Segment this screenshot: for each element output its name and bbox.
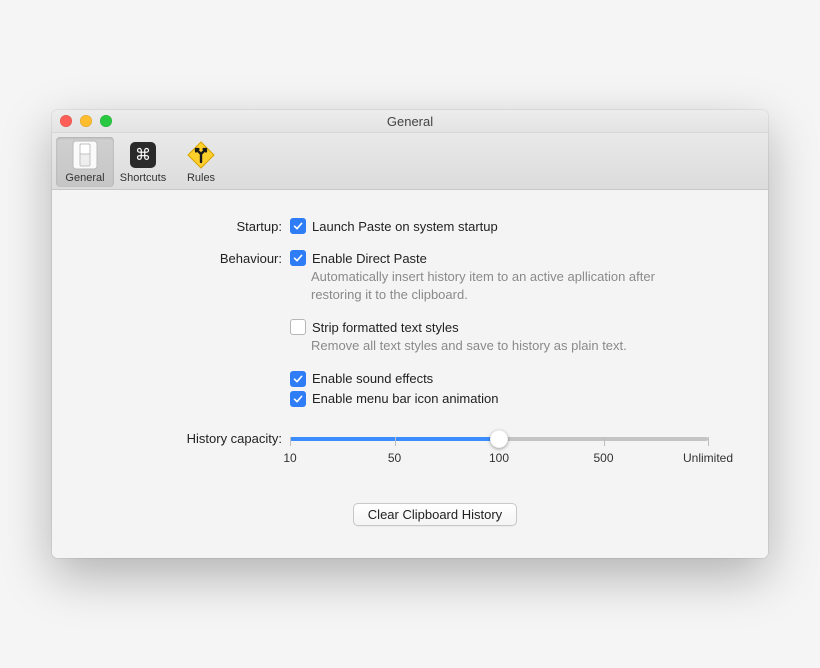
- option-label: Enable sound effects: [312, 371, 433, 386]
- startup-row: Startup: Launch Paste on system startup: [112, 218, 708, 236]
- road-sign-icon: [185, 139, 217, 171]
- checkbox-unchecked-icon: [290, 319, 306, 335]
- minimize-button[interactable]: [80, 115, 92, 127]
- checkbox-checked-icon: [290, 391, 306, 407]
- zoom-button[interactable]: [100, 115, 112, 127]
- window-controls: [60, 115, 112, 127]
- slider-knob[interactable]: [490, 430, 508, 448]
- close-button[interactable]: [60, 115, 72, 127]
- slider-track: [290, 437, 708, 441]
- tab-general[interactable]: General: [56, 137, 114, 187]
- tab-label: Shortcuts: [114, 172, 172, 184]
- tab-label: General: [56, 172, 114, 184]
- behaviour-row: Behaviour: Enable Direct Paste Automatic…: [112, 250, 708, 409]
- window-title: General: [52, 114, 768, 129]
- option-label: Launch Paste on system startup: [312, 219, 498, 234]
- svg-text:⌘: ⌘: [135, 147, 151, 164]
- tick-label: 500: [593, 451, 613, 465]
- history-capacity-row: History capacity: 10 50: [112, 431, 708, 469]
- content-area: Startup: Launch Paste on system startup …: [52, 190, 768, 558]
- enable-menu-anim-option[interactable]: Enable menu bar icon animation: [290, 391, 708, 407]
- button-row: Clear Clipboard History: [112, 503, 708, 526]
- preferences-window: General General ⌘ Shortcuts: [52, 110, 768, 558]
- tab-shortcuts[interactable]: ⌘ Shortcuts: [114, 137, 172, 187]
- history-capacity-label: History capacity:: [112, 431, 290, 446]
- clear-history-button[interactable]: Clear Clipboard History: [353, 503, 517, 526]
- checkbox-checked-icon: [290, 250, 306, 266]
- behaviour-label: Behaviour:: [112, 250, 290, 266]
- enable-direct-paste-option[interactable]: Enable Direct Paste: [290, 250, 708, 266]
- tick-label: 50: [388, 451, 401, 465]
- startup-label: Startup:: [112, 218, 290, 234]
- option-label: Strip formatted text styles: [312, 320, 459, 335]
- launch-on-startup-option[interactable]: Launch Paste on system startup: [290, 218, 708, 234]
- toolbar: General ⌘ Shortcuts Rules: [52, 133, 768, 190]
- tab-label: Rules: [172, 172, 230, 184]
- direct-paste-description: Automatically insert history item to an …: [311, 268, 681, 303]
- strip-formatted-description: Remove all text styles and save to histo…: [311, 337, 681, 355]
- tab-rules[interactable]: Rules: [172, 137, 230, 187]
- switch-icon: [69, 139, 101, 171]
- tick-label: Unlimited: [683, 451, 733, 465]
- slider-tick-labels: 10 50 100 500 Unlimited: [290, 451, 708, 469]
- history-capacity-slider[interactable]: 10 50 100 500 Unlimited: [290, 431, 708, 469]
- option-label: Enable Direct Paste: [312, 251, 427, 266]
- tick-label: 10: [283, 451, 296, 465]
- enable-sound-option[interactable]: Enable sound effects: [290, 371, 708, 387]
- checkbox-checked-icon: [290, 371, 306, 387]
- checkbox-checked-icon: [290, 218, 306, 234]
- option-label: Enable menu bar icon animation: [312, 391, 498, 406]
- command-key-icon: ⌘: [127, 139, 159, 171]
- titlebar: General: [52, 110, 768, 133]
- tick-label: 100: [489, 451, 509, 465]
- strip-formatted-option[interactable]: Strip formatted text styles: [290, 319, 708, 335]
